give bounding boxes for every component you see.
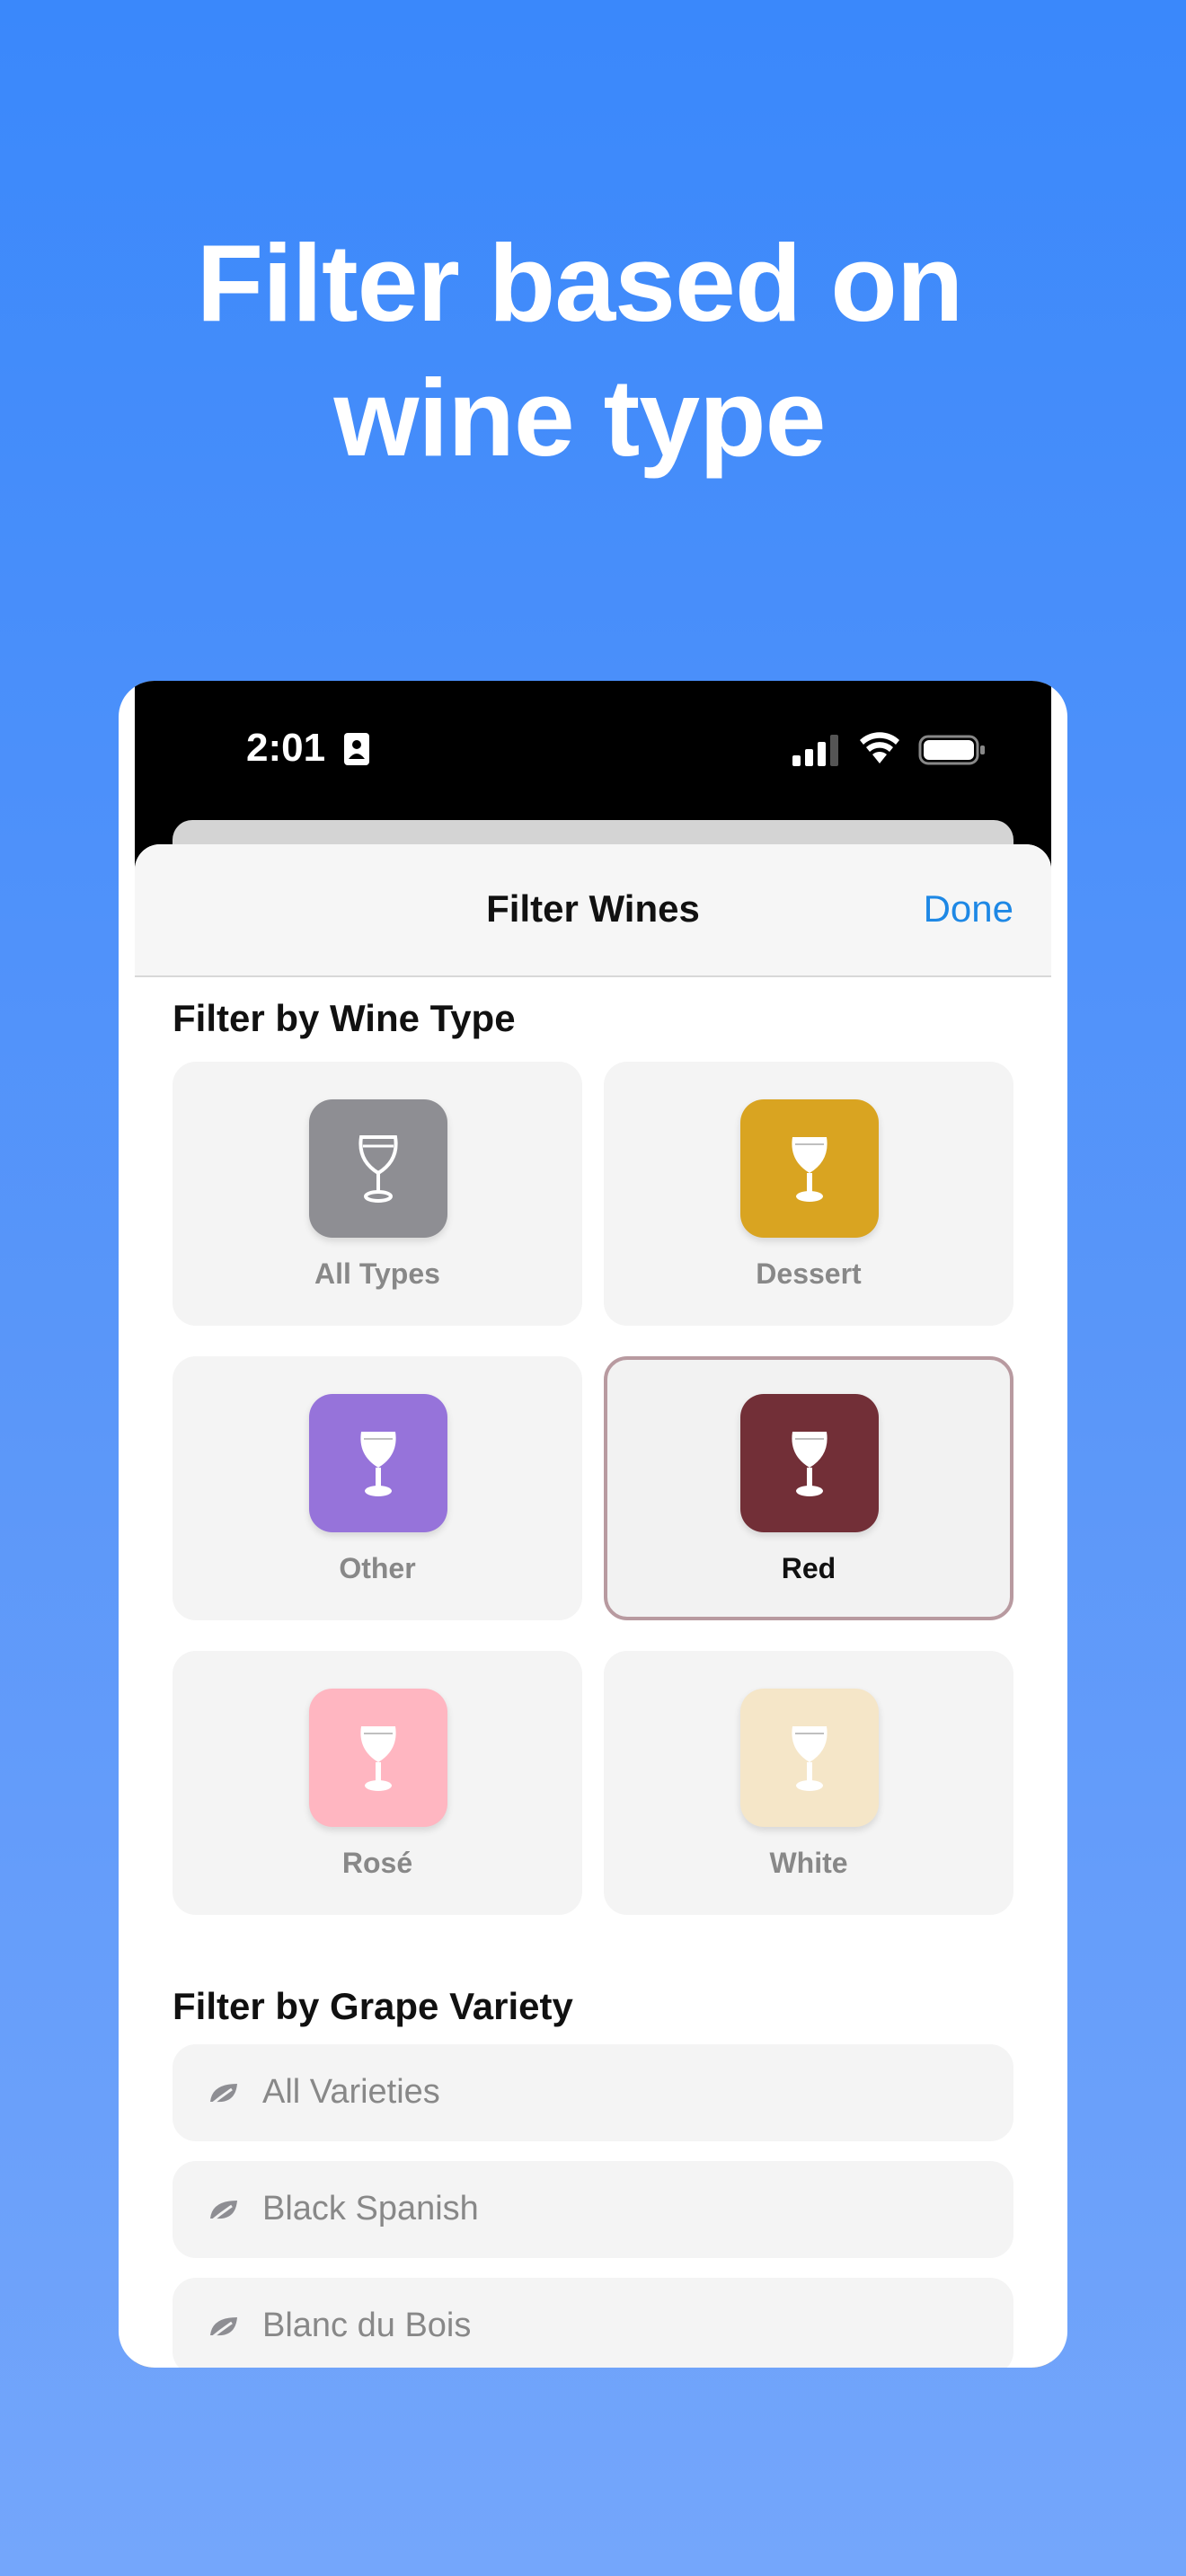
wine-type-label: All Types: [314, 1257, 440, 1290]
wine-type-grid: All Types Dessert Other Red Rosé White: [173, 1062, 1013, 1917]
leaf-icon: [209, 2317, 237, 2341]
wine-type-icon-badge: [309, 1689, 447, 1827]
wine-type-icon-badge: [309, 1099, 447, 1238]
wine-glass-icon: [358, 1135, 398, 1203]
wine-type-tile[interactable]: White: [604, 1651, 1013, 1915]
wine-type-icon-badge: [740, 1394, 879, 1532]
navigation-bar: Filter Wines Done: [135, 844, 1051, 977]
wine-type-label: Dessert: [756, 1257, 862, 1290]
wine-glass-icon: [360, 1726, 396, 1791]
grape-variety-label: Blanc du Bois: [262, 2307, 472, 2344]
wine-glass-icon: [360, 1432, 396, 1496]
wine-type-tile[interactable]: All Types: [173, 1062, 582, 1326]
wine-type-icon-badge: [740, 1689, 879, 1827]
wine-glass-icon: [792, 1137, 828, 1202]
leaf-icon: [209, 2201, 237, 2224]
grape-variety-row[interactable]: All Varieties: [173, 2044, 1013, 2141]
wine-type-tile[interactable]: Dessert: [604, 1062, 1013, 1326]
filter-sheet: Filter Wines Done Filter by Wine Type Al…: [135, 844, 1051, 2368]
nav-title: Filter Wines: [486, 887, 700, 930]
grape-variety-row[interactable]: Black Spanish: [173, 2161, 1013, 2258]
grape-variety-row[interactable]: Blanc du Bois: [173, 2278, 1013, 2368]
wine-type-tile[interactable]: Rosé: [173, 1651, 582, 1915]
wine-type-section-title: Filter by Wine Type: [173, 997, 516, 1039]
wine-glass-icon: [792, 1726, 828, 1791]
status-time: 2:01: [246, 726, 326, 770]
wine-type-icon-badge: [740, 1099, 879, 1238]
wine-type-tile[interactable]: Other: [173, 1356, 582, 1620]
wine-type-icon-badge: [309, 1394, 447, 1532]
grape-variety-label: All Varieties: [262, 2073, 440, 2111]
wine-type-label: Red: [781, 1552, 836, 1584]
grape-variety-label: Black Spanish: [262, 2190, 479, 2228]
device-frame: 2:01 Filter Wines Done Filter by Wine Ty…: [119, 681, 1067, 2368]
wine-type-tile[interactable]: Red: [604, 1356, 1013, 1620]
wifi-icon: [860, 732, 899, 763]
headline-line-2: wine type: [333, 357, 827, 479]
cellular-signal-icon: [792, 735, 838, 766]
battery-icon: [918, 735, 985, 765]
contact-card-icon: [344, 733, 369, 765]
wine-glass-icon: [792, 1432, 828, 1496]
headline: Filter based on wine type: [0, 216, 1159, 485]
leaf-icon: [209, 2084, 237, 2107]
wine-type-label: Rosé: [341, 1847, 413, 1879]
wine-type-label: Other: [339, 1552, 416, 1584]
wine-type-label: White: [769, 1847, 848, 1879]
done-button[interactable]: Done: [924, 887, 1013, 931]
phone-screen: 2:01 Filter Wines Done Filter by Wine Ty…: [135, 681, 1051, 2368]
grape-section-title: Filter by Grape Variety: [173, 1985, 573, 2027]
headline-line-1: Filter based on: [196, 222, 964, 344]
